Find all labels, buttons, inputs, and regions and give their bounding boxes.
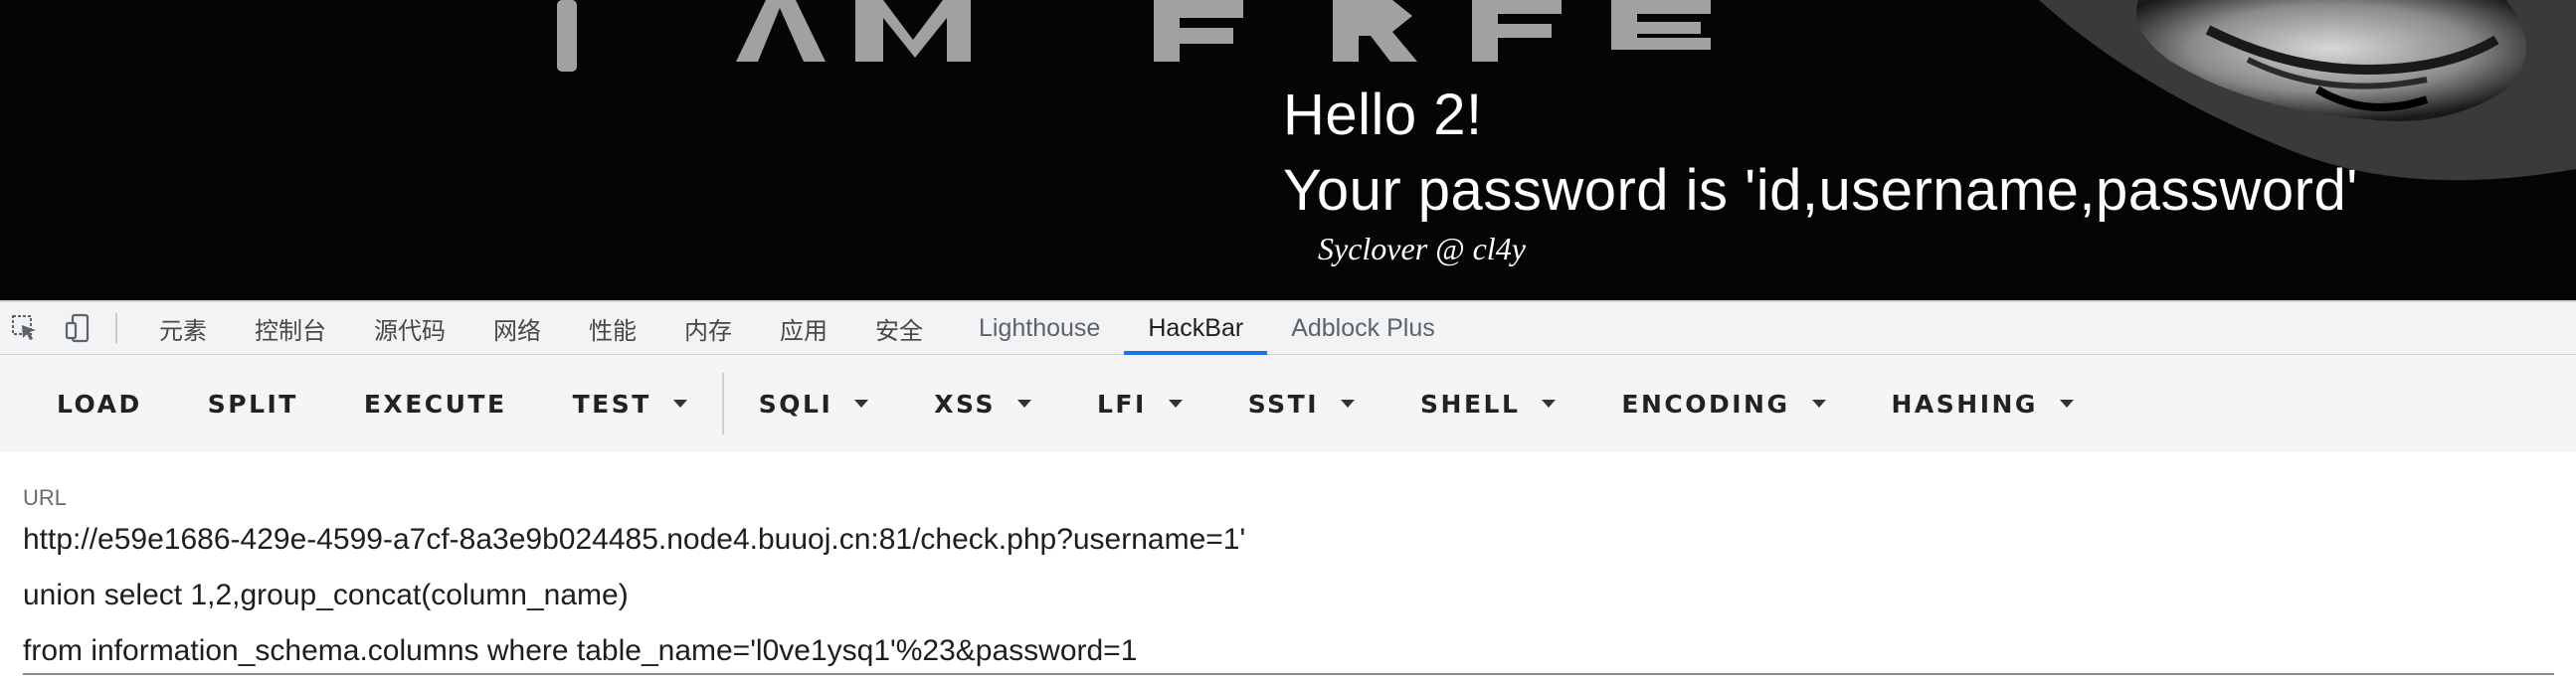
- tab-adblock-plus[interactable]: Adblock Plus: [1267, 302, 1459, 355]
- url-field-area: URL http://e59e1686-429e-4599-a7cf-8a3e9…: [0, 452, 2576, 683]
- lfi-dropdown[interactable]: LFI: [1064, 374, 1215, 433]
- tab-performance[interactable]: 性能: [565, 302, 660, 355]
- tab-elements[interactable]: 元素: [135, 302, 231, 355]
- hashing-dropdown[interactable]: HASHING: [1859, 374, 2107, 433]
- shell-label: SHELL: [1420, 389, 1521, 419]
- tab-console[interactable]: 控制台: [231, 302, 350, 355]
- tab-lighthouse[interactable]: Lighthouse: [955, 302, 1124, 355]
- caret-down-icon: [1811, 400, 1826, 408]
- load-button[interactable]: LOAD: [24, 374, 175, 433]
- split-label: SPLIT: [207, 389, 298, 419]
- execute-label: EXECUTE: [363, 389, 507, 419]
- device-toolbar-icon[interactable]: [62, 311, 95, 345]
- url-line: union select 1,2,group_concat(column_nam…: [23, 579, 629, 611]
- caret-down-icon: [2059, 400, 2074, 408]
- ssti-label: SSTI: [1247, 389, 1320, 419]
- tab-security[interactable]: 安全: [851, 302, 947, 355]
- caret-down-icon: [1168, 400, 1183, 408]
- tab-hackbar[interactable]: HackBar: [1124, 302, 1268, 355]
- xss-dropdown[interactable]: XSS: [901, 374, 1064, 433]
- inspect-element-icon[interactable]: [8, 311, 42, 345]
- lfi-label: LFI: [1096, 389, 1147, 419]
- hackbar-toolbar: LOAD SPLIT EXECUTE TEST SQLI XSS LFI SST…: [0, 355, 2576, 452]
- toolbar-separator: [721, 373, 724, 434]
- caret-down-icon: [1341, 400, 1356, 408]
- test-label: TEST: [572, 389, 651, 419]
- url-line: http://e59e1686-429e-4599-a7cf-8a3e9b024…: [23, 523, 1246, 556]
- url-label: URL: [23, 485, 68, 510]
- encoding-label: ENCODING: [1621, 389, 1790, 419]
- page-viewport: Hello 2! Your password is 'id,username,p…: [0, 0, 2576, 300]
- toolbar-divider: [115, 313, 117, 343]
- result-message: Hello 2! Your password is 'id,username,p…: [1283, 78, 2358, 229]
- caret-down-icon: [854, 400, 869, 408]
- sqli-label: SQLI: [758, 389, 833, 419]
- test-dropdown[interactable]: TEST: [540, 374, 720, 433]
- devtools-tab-strip: 元素 控制台 源代码 网络 性能 内存 应用 安全 Lighthouse Hac…: [0, 300, 2576, 355]
- sqli-dropdown[interactable]: SQLI: [726, 374, 902, 433]
- signature-text: Syclover @ cl4y: [1318, 231, 1526, 266]
- shell-dropdown[interactable]: SHELL: [1387, 374, 1588, 433]
- url-field-underline: [23, 673, 2554, 675]
- hashing-label: HASHING: [1891, 389, 2038, 419]
- caret-down-icon: [1016, 400, 1031, 408]
- load-label: LOAD: [57, 389, 142, 419]
- tab-application[interactable]: 应用: [756, 302, 851, 355]
- execute-button[interactable]: EXECUTE: [331, 374, 540, 433]
- xss-label: XSS: [934, 389, 996, 419]
- tab-sources[interactable]: 源代码: [350, 302, 469, 355]
- tab-memory[interactable]: 内存: [660, 302, 756, 355]
- split-button[interactable]: SPLIT: [175, 374, 331, 433]
- tab-network[interactable]: 网络: [469, 302, 565, 355]
- caret-down-icon: [672, 400, 687, 408]
- ssti-dropdown[interactable]: SSTI: [1215, 374, 1387, 433]
- greeting-text: Hello 2!: [1283, 83, 1483, 147]
- url-line: from information_schema.columns where ta…: [23, 634, 1138, 667]
- password-result-text: Your password is 'id,username,password': [1283, 158, 2358, 223]
- encoding-dropdown[interactable]: ENCODING: [1588, 374, 1858, 433]
- caret-down-icon: [1542, 400, 1557, 408]
- url-textarea[interactable]: http://e59e1686-429e-4599-a7cf-8a3e9b024…: [23, 512, 2549, 679]
